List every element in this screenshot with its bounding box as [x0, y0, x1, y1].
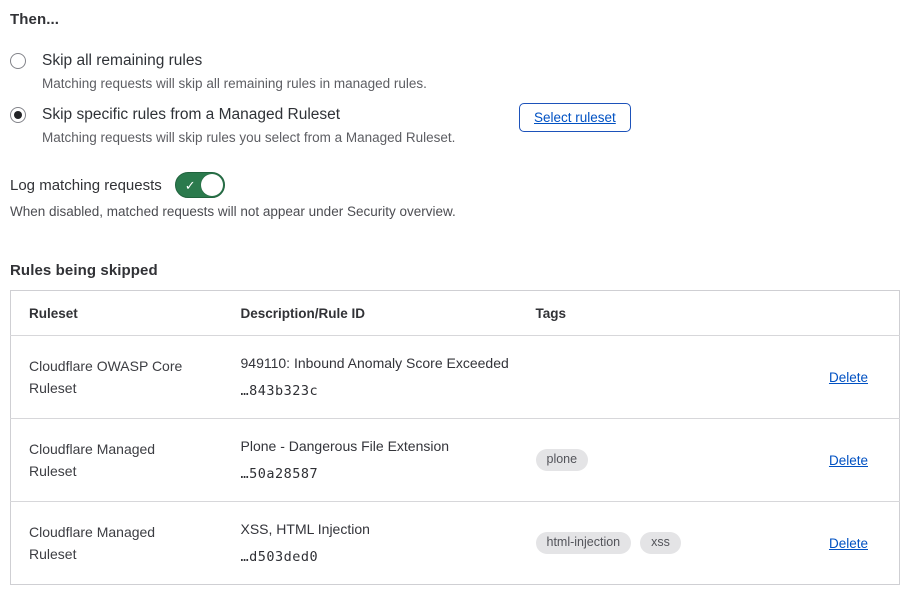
row-rule-id: …843b323c: [241, 383, 512, 399]
then-heading: Then...: [10, 11, 59, 28]
table-row: Cloudflare OWASP Core Ruleset 949110: In…: [11, 336, 900, 419]
row-ruleset: Cloudflare Managed Ruleset: [11, 502, 223, 585]
column-header: Ruleset: [11, 291, 223, 336]
delete-link[interactable]: Delete: [829, 536, 868, 551]
delete-link[interactable]: Delete: [829, 370, 868, 385]
rules-table-body: Cloudflare OWASP Core Ruleset 949110: In…: [11, 336, 900, 585]
rules-skipped-table: RulesetDescription/Rule IDTags Cloudflar…: [10, 290, 900, 585]
row-ruleset: Cloudflare Managed Ruleset: [11, 419, 223, 502]
tag-pill: html-injection: [536, 532, 632, 554]
tag-pill: xss: [640, 532, 681, 554]
row-description: Plone - Dangerous File Extension: [241, 438, 512, 455]
delete-link[interactable]: Delete: [829, 453, 868, 468]
column-header: Tags: [526, 291, 791, 336]
table-row: Cloudflare Managed Ruleset Plone - Dange…: [11, 419, 900, 502]
tag-pill: plone: [536, 449, 589, 471]
radio-skip-all-rules[interactable]: [10, 53, 26, 69]
option-description: Matching requests will skip rules you se…: [42, 130, 455, 146]
toggle-knob: [201, 174, 223, 196]
log-matching-requests-row: Log matching requests ✓: [10, 172, 225, 198]
option-label: Skip all remaining rules: [42, 51, 427, 70]
column-header: [791, 291, 900, 336]
column-header: Description/Rule ID: [223, 291, 526, 336]
rules-table-head-row: RulesetDescription/Rule IDTags: [11, 291, 900, 336]
row-rule-id: …d503ded0: [241, 549, 512, 565]
select-ruleset-button[interactable]: Select ruleset: [519, 103, 631, 132]
option-description: Matching requests will skip all remainin…: [42, 76, 427, 92]
option-label: Skip specific rules from a Managed Rules…: [42, 105, 455, 124]
option-skip-specific-rules[interactable]: Skip specific rules from a Managed Rules…: [10, 105, 455, 146]
option-skip-all-rules[interactable]: Skip all remaining rules Matching reques…: [10, 51, 427, 92]
check-icon: ✓: [185, 177, 196, 194]
waf-rule-config-page: Then... Skip all remaining rules Matchin…: [0, 0, 911, 614]
row-ruleset: Cloudflare OWASP Core Ruleset: [11, 336, 223, 419]
radio-skip-specific-rules[interactable]: [10, 107, 26, 123]
row-description: 949110: Inbound Anomaly Score Exceeded: [241, 355, 512, 372]
row-tags: plone: [526, 419, 791, 502]
row-rule-id: …50a28587: [241, 466, 512, 482]
row-description: XSS, HTML Injection: [241, 521, 512, 538]
log-toggle-help-text: When disabled, matched requests will not…: [10, 204, 456, 219]
row-tags: html-injection xss: [526, 502, 791, 585]
log-toggle[interactable]: ✓: [175, 172, 225, 198]
log-matching-requests-label: Log matching requests: [10, 177, 162, 194]
table-row: Cloudflare Managed Ruleset XSS, HTML Inj…: [11, 502, 900, 585]
rules-being-skipped-heading: Rules being skipped: [10, 262, 158, 279]
row-tags: [526, 336, 791, 419]
